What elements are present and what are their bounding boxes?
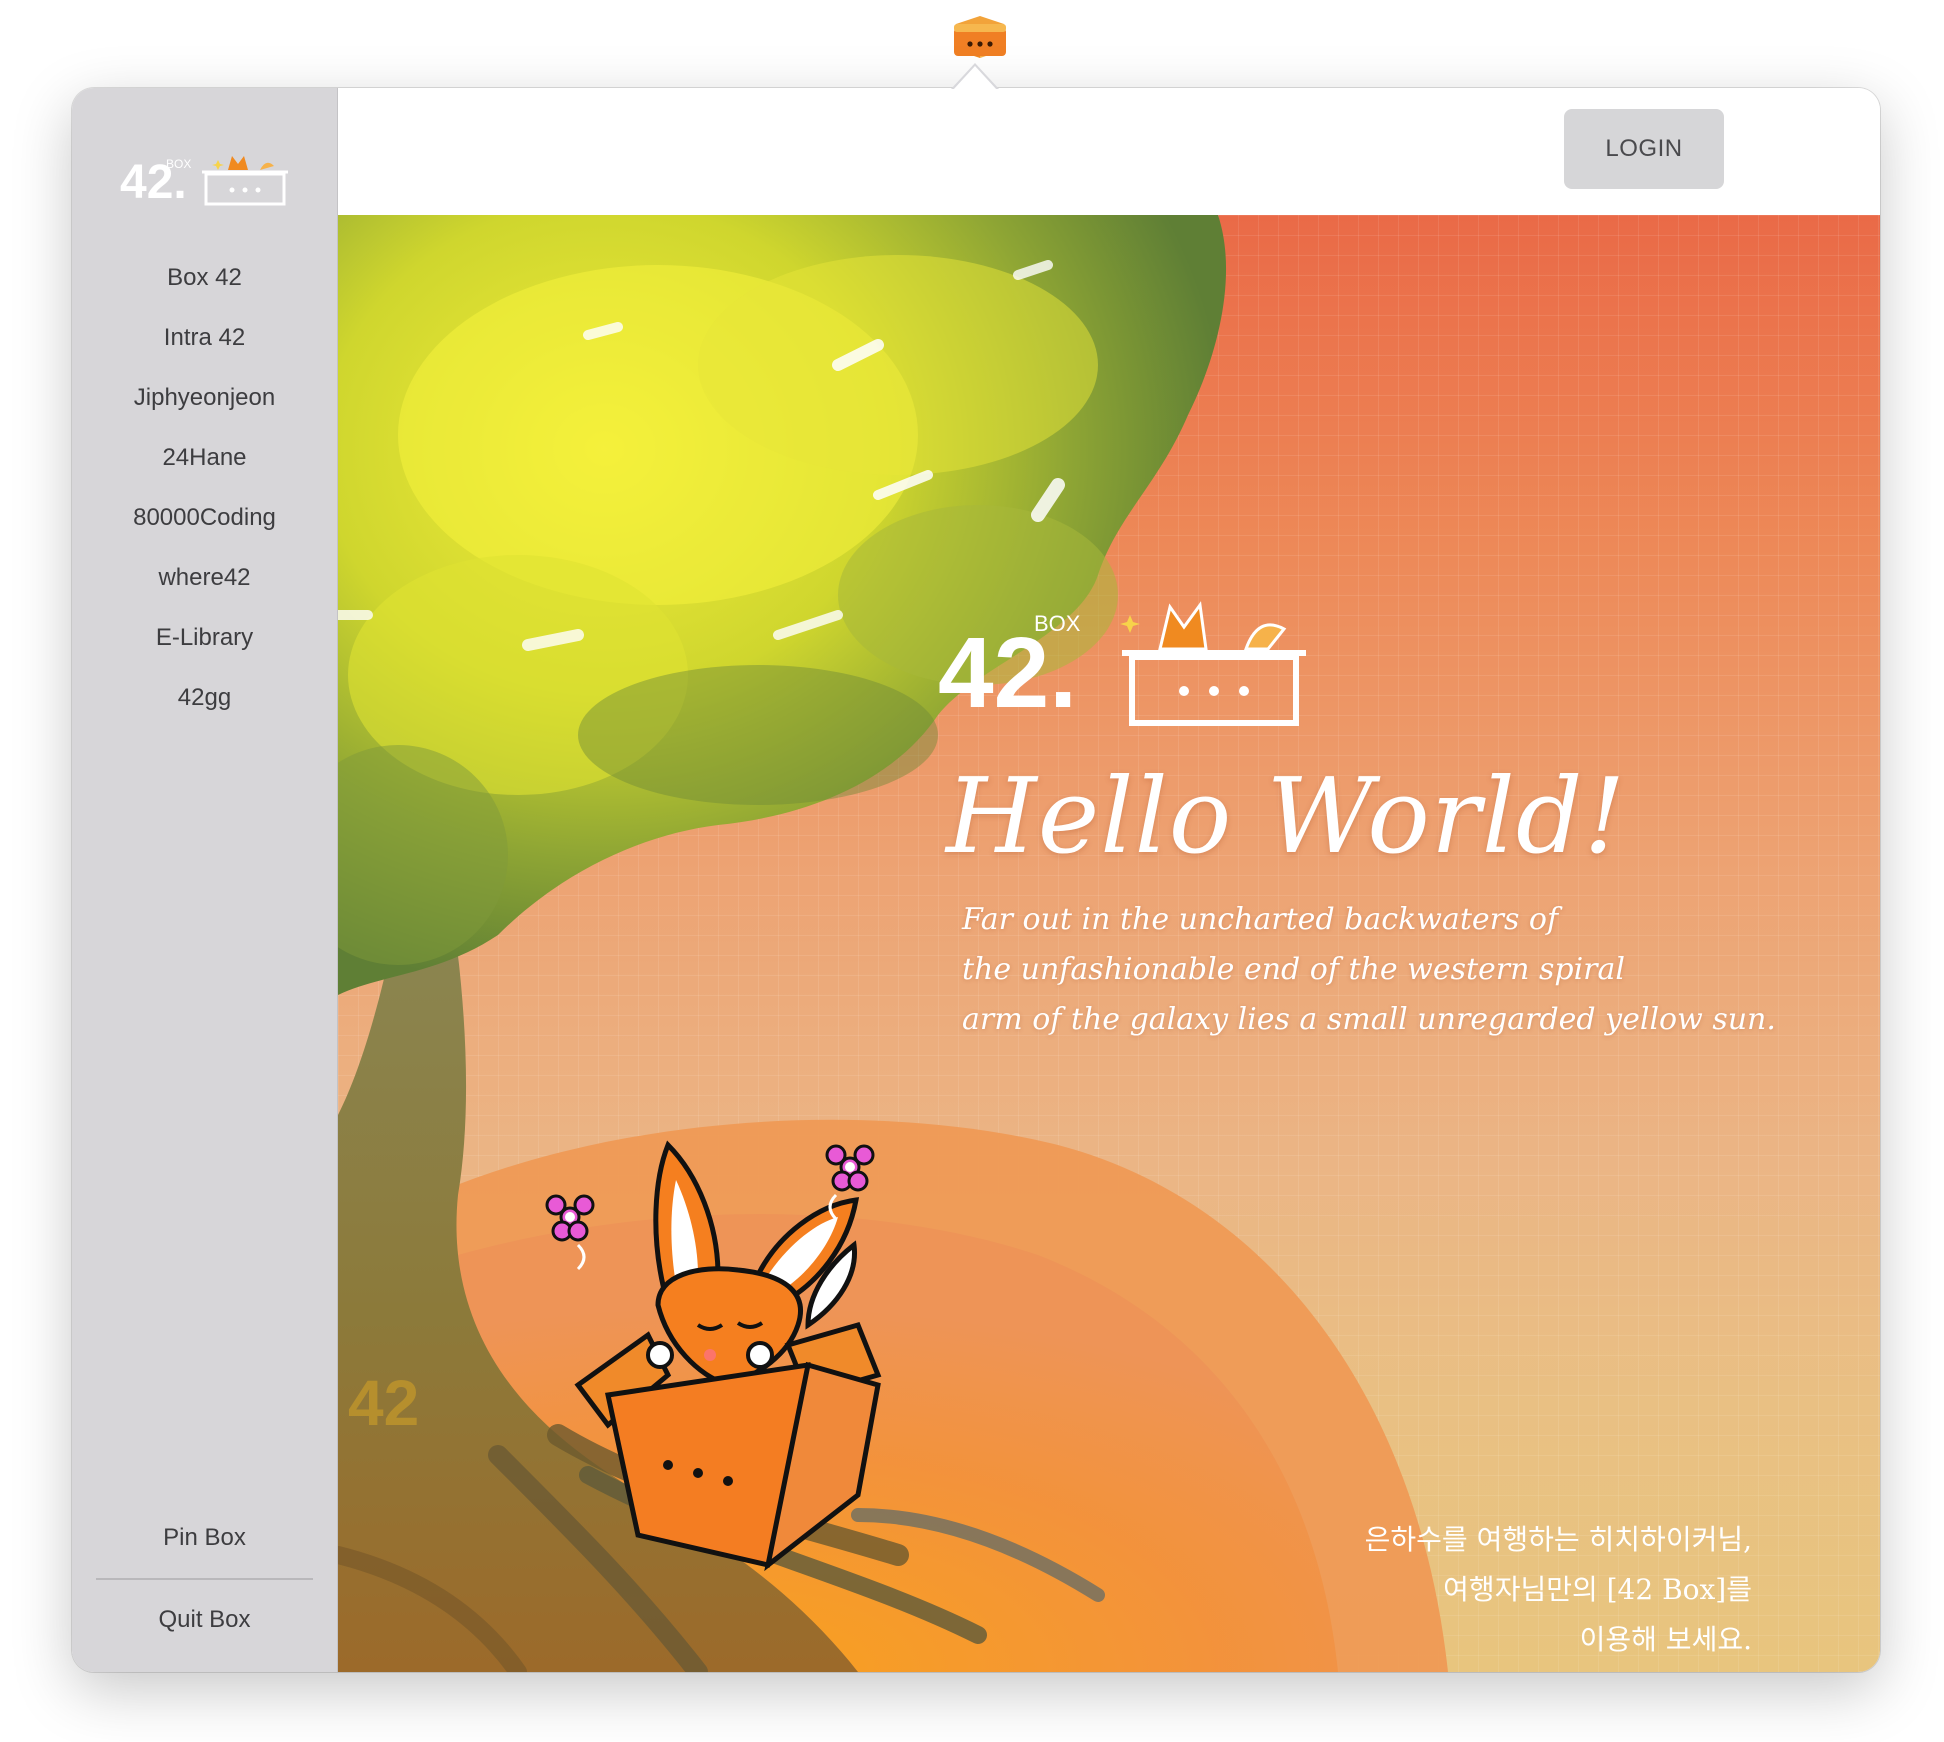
hero-subtitle-line: the unfashionable end of the western spi… — [962, 952, 1626, 987]
sidebar-divider — [96, 1578, 313, 1580]
top-bar: LOGIN — [338, 88, 1880, 215]
hero-korean-line: 은하수를 여행하는 히치하이커님, — [1364, 1523, 1752, 1556]
sidebar-item-80000coding[interactable]: 80000Coding — [72, 488, 337, 548]
quit-box-button[interactable]: Quit Box — [72, 1590, 337, 1650]
sidebar-item-box-42[interactable]: Box 42 — [72, 248, 337, 308]
pin-box-button[interactable]: Pin Box — [72, 1508, 337, 1568]
hero-logo-box-word: BOX — [1034, 611, 1081, 636]
popover-arrow-inner — [953, 66, 997, 90]
hero-korean-text: 은하수를 여행하는 히치하이커님, 여행자님만의 [42 Box]를 이용해 보… — [1365, 1515, 1752, 1665]
sidebar-item-where42[interactable]: where42 — [72, 548, 337, 608]
sidebar: 42. BOX Box 42 Intra 42 Jiphyeonjeon 24H… — [72, 88, 338, 1672]
hero-korean-line: 여행자님만의 [42 Box]를 — [1443, 1573, 1752, 1606]
logo-box-word: BOX — [166, 157, 191, 171]
login-button[interactable]: LOGIN — [1564, 109, 1724, 189]
box-tray-icon[interactable] — [950, 14, 1010, 60]
hero-title: Hello World! — [946, 755, 1627, 877]
sidebar-item-42gg[interactable]: 42gg — [72, 668, 337, 728]
42-box-logo[interactable]: 42. BOX — [120, 148, 290, 208]
hero-subtitle-line: Far out in the uncharted backwaters of — [962, 902, 1559, 937]
sidebar-item-intra-42[interactable]: Intra 42 — [72, 308, 337, 368]
watermark-42: 42 — [348, 1367, 419, 1439]
sidebar-footer: Pin Box Quit Box — [72, 1508, 337, 1650]
sidebar-nav: Box 42 Intra 42 Jiphyeonjeon 24Hane 8000… — [72, 248, 337, 728]
sidebar-item-24hane[interactable]: 24Hane — [72, 428, 337, 488]
sidebar-item-e-library[interactable]: E-Library — [72, 608, 337, 668]
app-window: 42. BOX Box 42 Intra 42 Jiphyeonjeon 24H… — [72, 88, 1880, 1672]
hero-korean-line: 이용해 보세요. — [1579, 1623, 1752, 1656]
hero-subtitle: Far out in the uncharted backwaters of t… — [962, 895, 1776, 1045]
42-box-logo: 42. BOX — [938, 601, 1306, 729]
sidebar-item-jiphyeonjeon[interactable]: Jiphyeonjeon — [72, 368, 337, 428]
hero-subtitle-line: arm of the galaxy lies a small unregarde… — [962, 1002, 1776, 1037]
hero-banner: 42 42. BOX Hello World! Far out in the u… — [338, 215, 1880, 1672]
